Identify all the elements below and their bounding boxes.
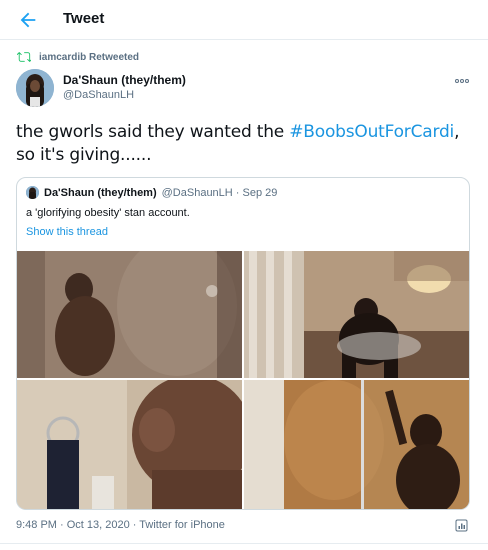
- quote-author-meta: @DaShaunLH · Sep 29: [161, 186, 278, 199]
- retweet-icon: [16, 50, 33, 64]
- quoted-tweet[interactable]: Da'Shaun (they/them) @DaShaunLH · Sep 29…: [16, 177, 470, 510]
- tweet-text: the gworls said they wanted the #BoobsOu…: [16, 121, 476, 167]
- retweet-indicator[interactable]: iamcardib Retweeted: [16, 49, 140, 65]
- retweet-label: iamcardib Retweeted: [39, 51, 140, 63]
- quote-avatar: [26, 186, 39, 199]
- more-horizontal-icon[interactable]: [454, 73, 470, 83]
- tweet-timestamp[interactable]: 9:48 PM · Oct 13, 2020 · Twitter for iPh…: [16, 519, 225, 531]
- quote-header: Da'Shaun (they/them) @DaShaunLH · Sep 29: [26, 186, 277, 199]
- avatar[interactable]: [16, 69, 54, 107]
- analytics-icon[interactable]: [455, 519, 469, 533]
- media-photo-1[interactable]: [17, 251, 242, 378]
- quote-text: a 'glorifying obesity' stan account.: [26, 207, 190, 219]
- divider: [0, 543, 488, 544]
- author-handle[interactable]: @DaShaunLH: [63, 89, 134, 101]
- tweet-text-before: the gworls said they wanted the: [16, 122, 290, 142]
- top-bar: Tweet: [0, 0, 488, 40]
- media-grid: [17, 251, 469, 509]
- page-title: Tweet: [63, 10, 105, 27]
- media-photo-3[interactable]: [17, 380, 242, 509]
- media-photo-4[interactable]: [244, 380, 469, 509]
- arrow-left-icon[interactable]: [17, 9, 39, 31]
- media-photo-2[interactable]: [244, 251, 469, 378]
- hashtag-link[interactable]: #BoobsOutForCardi: [289, 122, 454, 142]
- show-thread-link[interactable]: Show this thread: [26, 226, 108, 238]
- quote-author-name: Da'Shaun (they/them): [44, 186, 157, 199]
- author-name[interactable]: Da'Shaun (they/them): [63, 73, 186, 87]
